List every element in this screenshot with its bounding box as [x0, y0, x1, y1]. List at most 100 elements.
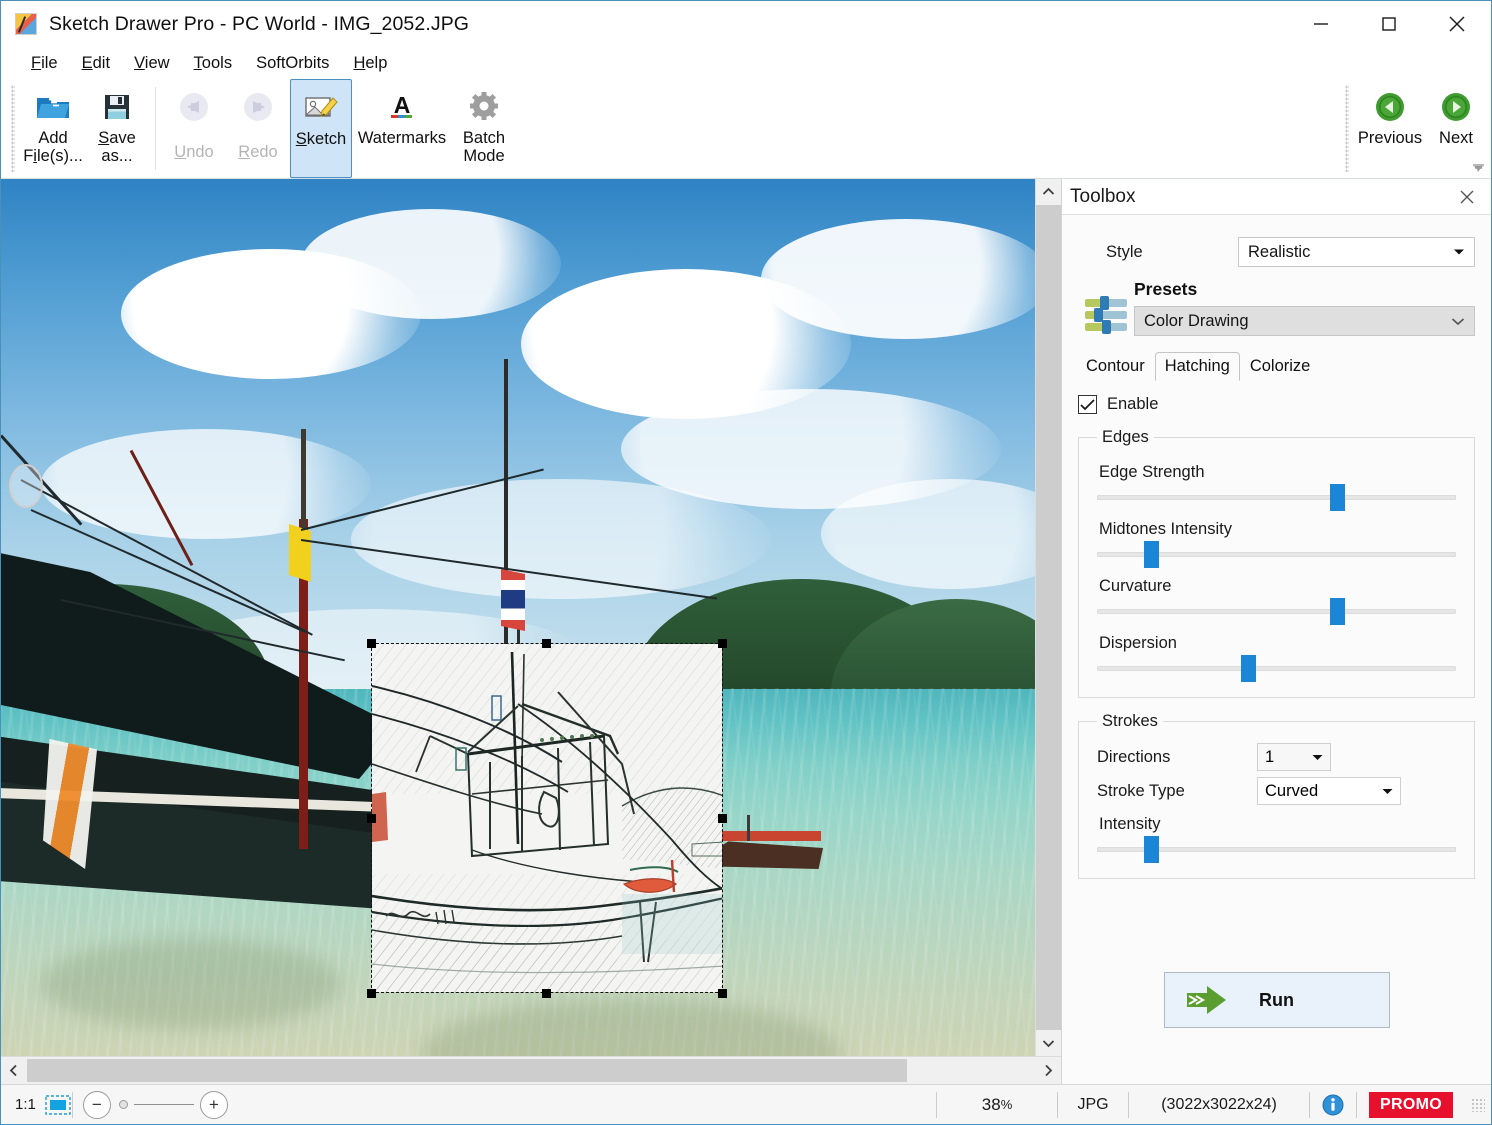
selection-handle-bottom-center[interactable] [542, 989, 551, 998]
zoom-in-button[interactable]: + [200, 1091, 228, 1119]
stroke-type-dropdown[interactable]: Curved [1257, 777, 1401, 805]
previous-button[interactable]: Previous [1355, 79, 1425, 178]
canvas-vertical-scrollbar[interactable] [1035, 179, 1061, 1056]
tab-hatching[interactable]: Hatching [1155, 352, 1240, 381]
next-button[interactable]: Next [1425, 79, 1487, 178]
menu-tools[interactable]: Tools [182, 52, 245, 75]
tab-colorize[interactable]: Colorize [1240, 352, 1321, 381]
toolbar-grip[interactable] [11, 85, 15, 172]
curvature-thumb[interactable] [1330, 598, 1345, 625]
batch-mode-button[interactable]: Batch Mode [452, 79, 516, 178]
selection-handle-middle-right[interactable] [718, 814, 727, 823]
scroll-right-icon[interactable] [1035, 1057, 1061, 1084]
undo-arrow-icon [177, 87, 211, 127]
selection-handle-top-right[interactable] [718, 639, 727, 648]
midtones-intensity-slider[interactable] [1097, 541, 1456, 567]
menu-file[interactable]: File [19, 52, 70, 75]
menu-edit-label: dit [93, 54, 110, 72]
style-dropdown[interactable]: Realistic [1238, 237, 1475, 267]
menu-bar: File Edit View Tools SoftOrbits Help [1, 47, 1491, 79]
minimize-icon[interactable] [1287, 1, 1355, 47]
enable-checkbox[interactable] [1078, 395, 1097, 414]
add-files-post: le(s)... [37, 147, 83, 165]
directions-row: Directions 1 [1097, 743, 1456, 771]
midtones-intensity-thumb[interactable] [1144, 541, 1159, 568]
toolbox-close-icon[interactable] [1457, 187, 1477, 207]
zoom-slider-thumb[interactable] [119, 1100, 128, 1109]
save-as-button[interactable]: Save as... [85, 79, 149, 178]
toolbox-panel: Toolbox Style Realistic [1061, 179, 1491, 1084]
add-files-line1: Add [38, 129, 67, 147]
close-icon[interactable] [1423, 1, 1491, 47]
next-label: Next [1439, 129, 1473, 147]
canvas-panel [1, 179, 1061, 1084]
promo-cell[interactable]: PROMO [1357, 1085, 1465, 1124]
dispersion-thumb[interactable] [1241, 655, 1256, 682]
dispersion-track [1097, 666, 1456, 671]
edge-strength-slider[interactable] [1097, 484, 1456, 510]
scroll-up-icon[interactable] [1036, 179, 1061, 205]
dispersion-slider[interactable] [1097, 655, 1456, 681]
redo-text: edo [250, 143, 278, 161]
canvas-row [1, 179, 1061, 1056]
scroll-left-icon[interactable] [1, 1057, 27, 1084]
intensity-slider[interactable] [1097, 836, 1456, 862]
toolbar-group-file: Add File(s)... Save as... [21, 79, 149, 178]
enable-row[interactable]: Enable [1078, 395, 1475, 414]
toolbar-nav-grip[interactable] [1345, 85, 1349, 172]
menu-file-mnemonic: F [31, 54, 41, 72]
horizontal-scroll-track[interactable] [907, 1057, 1035, 1084]
resize-grip[interactable] [1471, 1098, 1485, 1112]
run-button[interactable]: Run [1164, 972, 1390, 1028]
zoom-out-button[interactable]: − [83, 1091, 111, 1119]
file-format-label: JPG [1058, 1085, 1128, 1124]
maximize-icon[interactable] [1355, 1, 1423, 47]
canvas-horizontal-scrollbar[interactable] [1, 1056, 1061, 1084]
next-arrow-icon [1440, 87, 1472, 127]
watermarks-button[interactable]: A Watermarks [352, 79, 452, 178]
chevron-down-icon [1312, 754, 1323, 761]
selection-handle-top-center[interactable] [542, 639, 551, 648]
presets-dropdown[interactable]: Color Drawing [1134, 306, 1475, 336]
info-button[interactable] [1310, 1085, 1356, 1124]
batch-line2: Mode [463, 147, 504, 165]
edge-strength-thumb[interactable] [1330, 484, 1345, 511]
menu-edit[interactable]: Edit [70, 52, 122, 75]
zoom-slider[interactable]: − + [73, 1091, 238, 1119]
directions-dropdown[interactable]: 1 [1257, 743, 1331, 771]
curvature-track [1097, 609, 1456, 614]
style-dropdown-value: Realistic [1248, 243, 1310, 262]
add-files-button[interactable]: Add File(s)... [21, 79, 85, 178]
fit-to-window-icon[interactable] [44, 1095, 72, 1115]
menu-softorbits[interactable]: SoftOrbits [244, 52, 341, 75]
tab-contour[interactable]: Contour [1076, 352, 1155, 381]
gear-icon [467, 87, 501, 127]
menu-view[interactable]: View [122, 52, 181, 75]
chevron-down-icon [1453, 248, 1465, 256]
presets-sliders-icon [1078, 279, 1134, 337]
horizontal-scroll-thumb[interactable] [27, 1059, 907, 1082]
promo-badge[interactable]: PROMO [1369, 1092, 1453, 1118]
presets-title: Presets [1134, 279, 1475, 300]
selection-handle-bottom-right[interactable] [718, 989, 727, 998]
save-line1: ave [109, 129, 136, 147]
batch-line1: Batch [463, 129, 505, 147]
scroll-down-icon[interactable] [1036, 1030, 1061, 1056]
curvature-slider[interactable] [1097, 598, 1456, 624]
vertical-scroll-thumb[interactable] [1036, 205, 1061, 1030]
selection-handle-middle-left[interactable] [367, 814, 376, 823]
sketch-button[interactable]: Sketch [290, 79, 352, 178]
selection-handle-bottom-left[interactable] [367, 989, 376, 998]
redo-label: Redo [238, 143, 277, 161]
stroke-type-label: Stroke Type [1097, 782, 1257, 801]
window-title: Sketch Drawer Pro - PC World - IMG_2052.… [49, 13, 469, 36]
intensity-thumb[interactable] [1144, 836, 1159, 863]
menu-tools-label: ools [202, 54, 232, 72]
image-canvas[interactable] [1, 179, 1035, 1056]
body-split: Toolbox Style Realistic [1, 179, 1491, 1084]
menu-help[interactable]: Help [341, 52, 399, 75]
sketch-preview-selection[interactable] [371, 643, 723, 993]
save-mnemonic: S [98, 129, 109, 147]
toolbar-group-modes: Sketch A Watermarks [290, 79, 516, 178]
selection-handle-top-left[interactable] [367, 639, 376, 648]
